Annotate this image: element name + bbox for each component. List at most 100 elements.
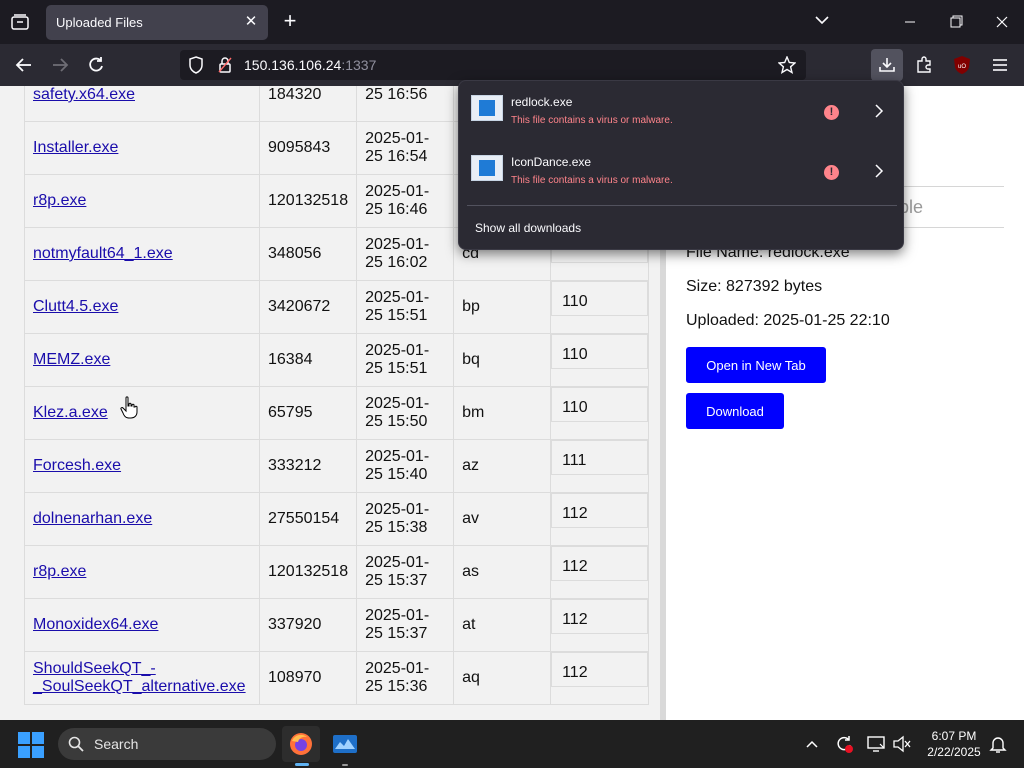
- chevron-right-icon[interactable]: [873, 162, 885, 180]
- file-size-cell: 65795: [258, 386, 358, 440]
- number-field[interactable]: 110: [551, 387, 649, 422]
- file-link[interactable]: notmyfault64_1.exe: [33, 245, 173, 262]
- file-date-cell: 25 16:56: [356, 86, 455, 122]
- reload-button[interactable]: [82, 52, 110, 78]
- file-code-cell: av: [453, 492, 552, 546]
- file-code-cell: bm: [453, 386, 552, 440]
- file-link[interactable]: Forcesh.exe: [33, 457, 121, 474]
- shield-icon[interactable]: [188, 56, 204, 74]
- chevron-down-icon[interactable]: [814, 12, 836, 32]
- date-line: 2025-01-: [365, 501, 430, 518]
- photos-taskbar-button[interactable]: [326, 726, 364, 762]
- extensions-button[interactable]: [910, 52, 938, 78]
- taskbar-clock[interactable]: 6:07 PM 2/22/2025: [918, 728, 990, 760]
- file-size-cell: 16384: [258, 333, 358, 387]
- firefox-icon: [290, 733, 312, 755]
- network-icon[interactable]: [864, 732, 888, 756]
- file-link[interactable]: Klez.a.exe: [33, 404, 108, 421]
- open-in-new-tab-button[interactable]: Open in New Tab: [686, 347, 826, 383]
- time-line: 25 15:36: [365, 678, 428, 695]
- file-code-cell: bq: [453, 333, 552, 387]
- table-row: r8p.exe 120132518 2025-01- 25 15:37 as 112: [24, 545, 650, 599]
- file-number-cell: 111: [550, 439, 650, 493]
- downloads-button[interactable]: [871, 49, 903, 81]
- exe-file-icon: [471, 155, 503, 181]
- exe-file-icon: [471, 95, 503, 121]
- url-host: 150.136.106.24: [244, 57, 342, 73]
- time-line: 25 15:50: [365, 413, 428, 430]
- taskbar-search-label: Search: [94, 736, 139, 752]
- date-line: 2025-01-: [365, 342, 430, 359]
- time-line: 25 15:38: [365, 519, 428, 536]
- volume-muted-icon[interactable]: [890, 732, 914, 756]
- url-bar[interactable]: 150.136.106.24:1337: [180, 50, 806, 80]
- downloads-panel: redlock.exe This file contains a virus o…: [458, 80, 904, 250]
- file-date-cell: 2025-01- 25 15:36: [356, 651, 455, 705]
- file-link[interactable]: Monoxidex64.exe: [33, 616, 158, 633]
- sync-alert-icon[interactable]: [832, 732, 856, 756]
- download-item[interactable]: IconDance.exe This file contains a virus…: [463, 145, 901, 205]
- file-link[interactable]: MEMZ.exe: [33, 351, 110, 368]
- minimize-button[interactable]: [896, 10, 924, 34]
- table-row: Klez.a.exe 65795 2025-01- 25 15:50 bm 110: [24, 386, 650, 440]
- file-link[interactable]: r8p.exe: [33, 563, 86, 580]
- close-tab-icon[interactable]: ✕: [242, 13, 260, 31]
- windows-logo-tile: [32, 732, 44, 744]
- app-menu-button[interactable]: [986, 52, 1014, 78]
- file-size-cell: 108970: [258, 651, 358, 705]
- download-button[interactable]: Download: [686, 393, 784, 429]
- close-window-button[interactable]: [988, 10, 1016, 34]
- file-link[interactable]: Installer.exe: [33, 139, 118, 156]
- file-link[interactable]: ShouldSeekQT_- _SoulSeekQT_alternative.e…: [33, 660, 246, 695]
- forward-button[interactable]: [46, 52, 74, 78]
- number-field[interactable]: 112: [551, 493, 649, 528]
- show-all-downloads-link[interactable]: Show all downloads: [475, 221, 581, 235]
- tab-list-button[interactable]: [6, 8, 34, 36]
- bookmark-star-icon[interactable]: [778, 56, 796, 74]
- tab-uploaded-files[interactable]: Uploaded Files ✕: [46, 5, 268, 40]
- number-field[interactable]: 112: [551, 546, 649, 581]
- number-field[interactable]: 111: [551, 440, 649, 475]
- restore-button[interactable]: [942, 10, 970, 34]
- number-field[interactable]: 112: [551, 599, 649, 634]
- chevron-up-icon[interactable]: [800, 732, 824, 756]
- download-item[interactable]: redlock.exe This file contains a virus o…: [463, 85, 901, 145]
- notification-bell-icon[interactable]: [986, 732, 1010, 756]
- file-size-cell: 27550154: [258, 492, 358, 546]
- file-size-cell: 9095843: [258, 121, 358, 175]
- time-line: 25 15:37: [365, 572, 428, 589]
- table-row: Clutt4.5.exe 3420672 2025-01- 25 15:51 bp 110: [24, 280, 650, 334]
- url-text[interactable]: 150.136.106.24:1337: [244, 57, 376, 73]
- file-link[interactable]: r8p.exe: [33, 192, 86, 209]
- download-icon: [879, 58, 895, 72]
- file-name-cell: Forcesh.exe: [24, 439, 260, 493]
- file-link[interactable]: dolnenarhan.exe: [33, 510, 152, 527]
- insecure-lock-icon[interactable]: [218, 56, 232, 74]
- date-line: 2025-01-: [365, 554, 430, 571]
- file-link[interactable]: safety.x64.exe: [33, 86, 135, 103]
- new-tab-button[interactable]: +: [278, 10, 302, 34]
- number-field[interactable]: 112: [551, 652, 649, 687]
- running-app-indicator: [342, 764, 348, 766]
- file-link[interactable]: Clutt4.5.exe: [33, 298, 118, 315]
- file-size-cell: 120132518: [258, 174, 358, 228]
- start-button[interactable]: [18, 732, 44, 758]
- taskbar-search-box[interactable]: Search: [58, 728, 276, 760]
- file-number-cell: 110: [550, 333, 650, 387]
- file-name-cell: ShouldSeekQT_- _SoulSeekQT_alternative.e…: [24, 651, 260, 705]
- firefox-taskbar-button[interactable]: [282, 726, 320, 762]
- browser-tabstrip: Uploaded Files ✕ +: [0, 0, 1024, 44]
- ublock-origin-button[interactable]: uO: [948, 52, 976, 78]
- file-size-cell: 120132518: [258, 545, 358, 599]
- file-date-cell: 2025-01- 25 15:37: [356, 545, 455, 599]
- back-button[interactable]: [10, 52, 38, 78]
- table-row: Monoxidex64.exe 337920 2025-01- 25 15:37 at 1…: [24, 598, 650, 652]
- file-name-cell: safety.x64.exe: [24, 86, 260, 122]
- number-field[interactable]: 110: [551, 281, 649, 316]
- file-size-cell: 348056: [258, 227, 358, 281]
- date-line: 2025-01-: [365, 448, 430, 465]
- file-date-cell: 2025-01- 25 15:38: [356, 492, 455, 546]
- url-port: :1337: [341, 57, 377, 73]
- chevron-right-icon[interactable]: [873, 102, 885, 120]
- number-field[interactable]: 110: [551, 334, 649, 369]
